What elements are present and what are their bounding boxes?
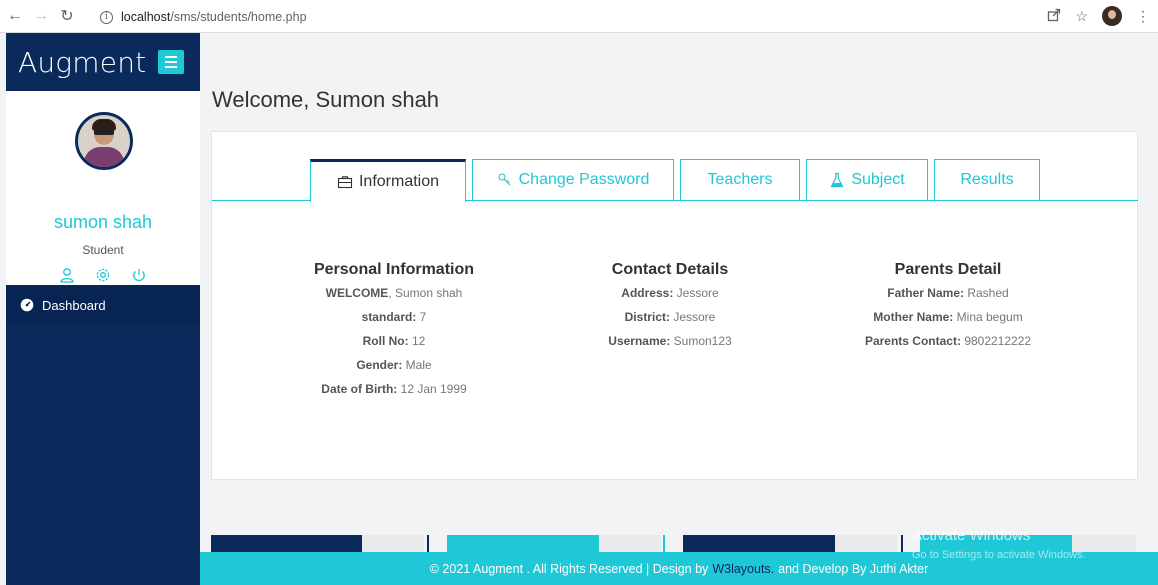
tab-label: Change Password: [518, 171, 650, 188]
profile-role: Student: [82, 243, 124, 257]
footer-text: © 2021 Augment . All Rights Reserved | D…: [429, 561, 709, 576]
footer-text: and Develop By Juthi Akter: [778, 561, 929, 576]
tab-information[interactable]: Information: [310, 159, 466, 202]
briefcase-icon: [337, 176, 353, 189]
page-title: Welcome, Sumon shah: [212, 87, 440, 112]
info-row: Gender: Male: [356, 358, 432, 372]
section-heading: Parents Detail: [894, 261, 1002, 278]
tab-change-password[interactable]: Change Password: [472, 159, 674, 201]
info-row: Address: Jessore: [621, 286, 719, 300]
hamburger-menu-icon[interactable]: [158, 50, 184, 74]
info-row: Roll No: 12: [362, 334, 426, 348]
info-row: District: Jessore: [624, 310, 716, 324]
bookmark-star-icon[interactable]: ☆: [1075, 8, 1088, 25]
flask-icon: [830, 172, 844, 188]
info-card: Information Change Password Teachers Sub…: [211, 131, 1138, 480]
brand-logo-text[interactable]: Augment: [18, 46, 146, 79]
personal-information-section: Personal Information WELCOME, Sumon shah…: [254, 261, 534, 405]
tile-bar: [683, 535, 835, 553]
tab-label: Subject: [851, 171, 905, 188]
info-row: Father Name: Rashed: [887, 286, 1009, 300]
info-row: standard: 7: [361, 310, 427, 324]
tile-bar: [599, 535, 661, 553]
profile-actions: [6, 267, 200, 288]
sidebar: Augment sumon shah Student Dashboard: [6, 33, 200, 585]
page: Augment sumon shah Student Dashboard Wel…: [0, 33, 1158, 585]
tile-bar: [362, 535, 424, 553]
url-path: /sms/students/home.php: [170, 10, 307, 24]
tile-bar: [211, 535, 362, 553]
browser-menu-icon[interactable]: ⋮: [1136, 8, 1150, 25]
profile-name: sumon shah: [53, 212, 153, 232]
tab-label: Results: [960, 171, 1014, 188]
user-icon[interactable]: [59, 267, 75, 288]
tile-bar: [447, 535, 599, 553]
browser-actions: ☆ ⋮: [1047, 6, 1150, 26]
tab-label: Teachers: [707, 171, 773, 188]
activation-watermark-title: Activate Windows: [912, 527, 1031, 544]
key-icon: [498, 173, 511, 186]
browser-profile-avatar[interactable]: [1102, 6, 1122, 26]
sidebar-item-label: Dashboard: [42, 297, 106, 313]
tab-subject[interactable]: Subject: [806, 159, 928, 201]
tab-results[interactable]: Results: [934, 159, 1040, 201]
info-row: Parents Contact: 9802212222: [864, 334, 1032, 348]
sidebar-item-dashboard[interactable]: Dashboard: [6, 286, 200, 324]
browser-toolbar: ← → ↻ i localhost/sms/students/home.php …: [0, 0, 1158, 33]
profile-panel: sumon shah Student: [6, 91, 200, 285]
back-arrow-icon[interactable]: ←: [4, 5, 26, 27]
url-host: localhost: [121, 10, 171, 24]
tab-teachers[interactable]: Teachers: [680, 159, 800, 201]
address-bar[interactable]: i localhost/sms/students/home.php: [100, 6, 1100, 28]
info-row: Username: Sumon123: [608, 334, 732, 348]
gear-icon[interactable]: [95, 267, 111, 288]
parents-detail-section: Parents Detail Father Name: Rashed Mothe…: [808, 261, 1088, 357]
forward-arrow-icon[interactable]: →: [30, 5, 52, 27]
main-content: Welcome, Sumon shah Information Change P…: [200, 33, 1158, 585]
info-row: Date of Birth: 12 Jan 1999: [321, 382, 467, 396]
info-row: WELCOME, Sumon shah: [325, 286, 463, 300]
reload-icon[interactable]: ↻: [56, 5, 78, 27]
section-heading: Personal Information: [313, 261, 475, 278]
activation-watermark-subtitle: Go to Settings to activate Windows.: [912, 549, 1086, 561]
tab-label: Information: [358, 173, 440, 190]
contact-details-section: Contact Details Address: Jessore Distric…: [530, 261, 810, 357]
dashboard-icon: [20, 298, 34, 312]
avatar: [75, 112, 133, 170]
tile-bar: [663, 535, 665, 553]
share-icon[interactable]: [1047, 8, 1061, 25]
side-menu: Dashboard: [6, 286, 200, 324]
info-row: Mother Name: Mina begum: [873, 310, 1023, 324]
power-icon[interactable]: [131, 267, 147, 288]
tile-bar: [427, 535, 429, 553]
site-info-icon[interactable]: i: [100, 10, 113, 24]
footer-link-w3layouts[interactable]: W3layouts.: [712, 562, 774, 576]
tile-bar: [835, 535, 897, 553]
section-heading: Contact Details: [611, 261, 729, 278]
tile-bar: [901, 535, 903, 553]
